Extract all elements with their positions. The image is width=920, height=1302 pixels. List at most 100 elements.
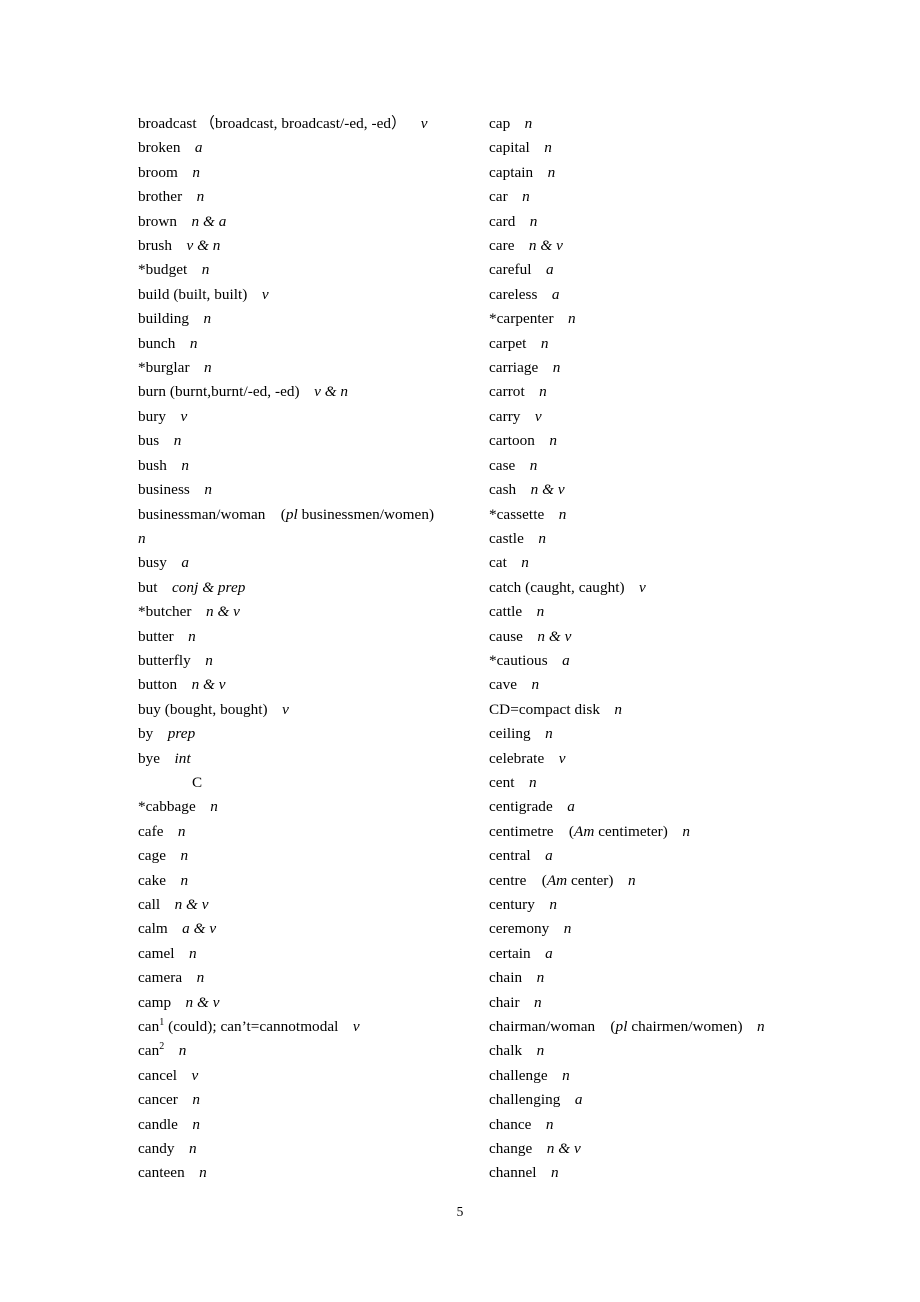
entry-word: carriage: [489, 359, 539, 377]
entry-word: cage: [138, 847, 167, 865]
entry-word: cafe: [138, 822, 164, 840]
entry-word: call: [138, 896, 161, 913]
entry-part-of-speech: v & n: [314, 383, 349, 401]
entry-paren-label: pl: [285, 505, 298, 523]
entry-word: ceiling: [489, 725, 531, 743]
entry-part-of-speech: n: [528, 773, 537, 791]
entry-word: but: [138, 578, 158, 596]
entry-part-of-speech: n: [204, 359, 212, 377]
entry-word: cancer: [138, 1091, 178, 1109]
entry-part-of-speech: a: [574, 1091, 583, 1109]
word-entry: can2 n: [138, 1039, 489, 1063]
entry-paren-text: center): [567, 871, 614, 889]
entry-word: cake: [138, 871, 167, 889]
word-entry: capital n: [489, 136, 840, 160]
entry-word: care: [489, 237, 515, 255]
entry-part-of-speech: n & v: [530, 481, 565, 499]
entry-part-of-speech: n & v: [205, 603, 240, 621]
word-entry: *carpenter n: [489, 307, 840, 331]
word-entry: butterfly n: [138, 649, 489, 673]
entry-part-of-speech: n: [529, 212, 538, 230]
entry-part-of-speech: a & v: [182, 920, 217, 938]
entry-word: cave: [489, 676, 518, 694]
word-entry: calm a & v: [138, 917, 489, 941]
entry-part-of-speech: n: [180, 871, 189, 889]
entry-inflection: （broadcast, broadcast/-ed, -ed）: [196, 115, 407, 132]
entry-part-of-speech: n: [177, 822, 186, 840]
entry-part-of-speech: n: [558, 505, 567, 523]
entry-part-of-speech: v: [534, 407, 542, 425]
entry-word: button: [138, 676, 178, 694]
word-entry: burn (burnt,burnt/-ed, -ed) v & n: [138, 380, 489, 404]
entry-part-of-speech: a: [194, 139, 203, 157]
word-entry: cash n & v: [489, 478, 840, 502]
entry-word: captain: [489, 163, 534, 181]
entry-word: business: [138, 481, 190, 499]
word-entry: *cautious a: [489, 649, 840, 673]
entry-part-of-speech: n: [188, 1140, 197, 1158]
entry-part-of-speech: n: [568, 310, 576, 328]
word-entry: celebrate v: [489, 747, 840, 771]
entry-paren-open: (: [553, 822, 574, 840]
word-entry: brown n & a: [138, 210, 489, 234]
word-entry: cake n: [138, 869, 489, 893]
word-entry: carrot n: [489, 380, 840, 404]
word-entry: cave n: [489, 673, 840, 697]
entry-part-of-speech-continuation: n: [138, 529, 146, 547]
entry-word: *cassette: [489, 505, 545, 523]
entry-part-of-speech: prep: [167, 725, 196, 743]
entry-part-of-speech: n: [757, 1018, 765, 1036]
word-entry: chairman/woman (pl chairmen/women) n: [489, 1015, 840, 1039]
entry-part-of-speech: v: [191, 1066, 199, 1084]
word-entry: ceremony n: [489, 917, 840, 941]
entry-word: bus: [138, 432, 160, 450]
entry-part-of-speech: v: [261, 285, 269, 303]
entry-part-of-speech: a: [551, 285, 560, 303]
entry-part-of-speech: n: [196, 969, 205, 987]
entry-word: canteen: [138, 1164, 185, 1182]
entry-word: cartoon: [489, 432, 535, 450]
entry-word: certain: [489, 944, 531, 962]
entry-part-of-speech: n: [529, 456, 538, 474]
word-entry: business n: [138, 478, 489, 502]
word-entry: cat n: [489, 551, 840, 575]
entry-word: CD=compact disk: [489, 700, 600, 718]
entry-part-of-speech: a: [562, 651, 570, 669]
entry-part-of-speech: n: [549, 896, 557, 913]
word-entry: cap n: [489, 112, 840, 136]
word-entry: castle n: [489, 527, 840, 551]
word-entry: broken a: [138, 136, 489, 160]
word-entry: bury v: [138, 405, 489, 429]
word-entry: butter n: [138, 625, 489, 649]
entry-word: can: [138, 1018, 160, 1036]
entry-word: bye: [138, 749, 161, 767]
entry-part-of-speech: n: [210, 798, 218, 816]
word-entry: car n: [489, 185, 840, 209]
entry-word: catch (caught, caught): [489, 578, 625, 596]
word-entry: century n: [489, 893, 840, 917]
entry-word: careful: [489, 261, 532, 279]
entry-word: carry: [489, 407, 521, 425]
entry-part-of-speech: n: [189, 334, 198, 352]
entry-part-of-speech: a: [545, 944, 553, 962]
entry-part-of-speech: n: [552, 359, 561, 377]
word-entry: central a: [489, 844, 840, 868]
word-entry: *cassette n: [489, 503, 840, 527]
entry-part-of-speech: n: [204, 481, 212, 499]
word-entry: cent n: [489, 771, 840, 795]
word-entry: canteen n: [138, 1161, 489, 1185]
entry-part-of-speech: n: [205, 651, 213, 669]
word-entry: build (built, built) v: [138, 283, 489, 307]
entry-word: broken: [138, 139, 181, 157]
entry-part-of-speech: int: [174, 749, 191, 767]
entry-word: car: [489, 188, 508, 206]
entry-part-of-speech: v: [352, 1018, 360, 1036]
entry-word: cause: [489, 627, 523, 645]
entry-part-of-speech: v: [420, 115, 428, 132]
document-page: broadcast （broadcast, broadcast/-ed, -ed…: [0, 0, 920, 1302]
entry-part-of-speech: v: [180, 407, 188, 425]
word-entry: chair n: [489, 991, 840, 1015]
entry-part-of-speech: n: [196, 188, 205, 206]
entry-word: change: [489, 1140, 533, 1158]
word-entry: brother n: [138, 185, 489, 209]
